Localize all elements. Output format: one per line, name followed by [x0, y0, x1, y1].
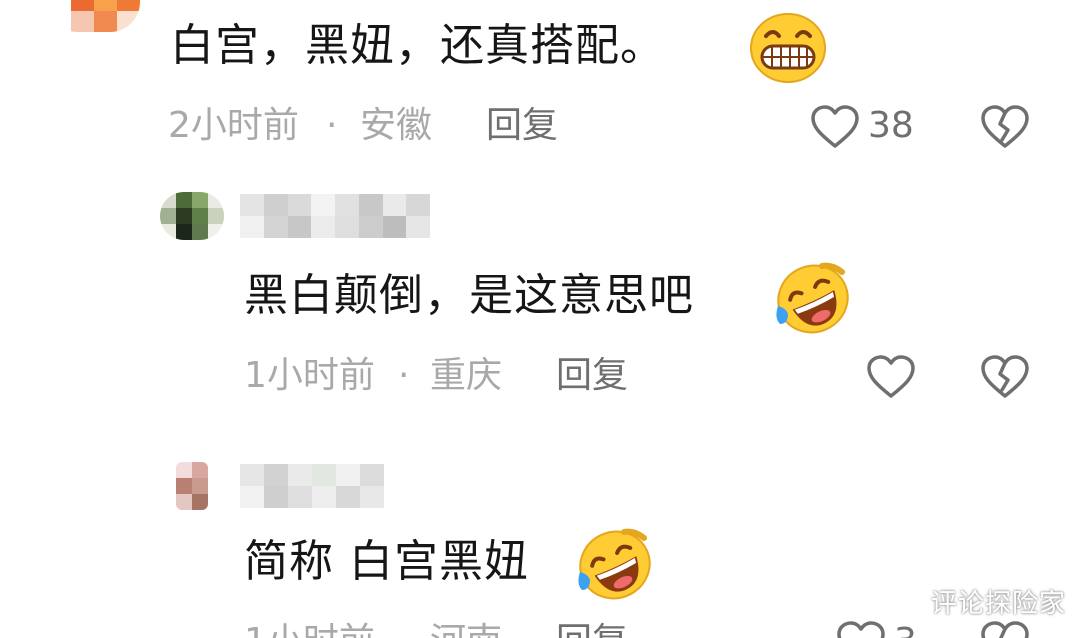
- comment-text: 白宫，黑妞，还真搭配。: [170, 20, 665, 71]
- reply-button[interactable]: 回复: [556, 354, 628, 398]
- reply-button[interactable]: 回复: [486, 104, 558, 148]
- comment-thread: 白宫，黑妞，还真搭配。 2小时前 · 安徽 回复 38 黑白颠倒，是这意思吧 1…: [0, 0, 1080, 638]
- username-blurred[interactable]: [240, 194, 430, 238]
- avatar[interactable]: [160, 192, 224, 240]
- meta-separator: ·: [398, 355, 410, 396]
- rolling-on-floor-laughing-icon: [578, 528, 651, 600]
- comment-location: 河南: [430, 620, 502, 638]
- comment-text: 黑白颠倒，是这意思吧: [244, 270, 694, 321]
- like-count: 38: [868, 105, 914, 146]
- like-count: 3: [894, 620, 917, 638]
- username-blurred[interactable]: [240, 464, 384, 508]
- grinning-face-icon: [750, 13, 826, 83]
- heart-icon[interactable]: [836, 620, 886, 638]
- broken-heart-icon[interactable]: [980, 354, 1030, 400]
- meta-separator: ·: [398, 620, 409, 638]
- rolling-on-floor-laughing-icon: [776, 262, 849, 334]
- avatar[interactable]: [48, 0, 140, 32]
- comment-location: 重庆: [430, 355, 503, 396]
- comment-location: 安徽: [360, 105, 433, 146]
- avatar[interactable]: [176, 462, 208, 510]
- meta-separator: ·: [326, 105, 338, 146]
- watermark: 评论探险家: [930, 589, 1066, 619]
- comment-time: 1小时前: [244, 355, 375, 396]
- heart-icon[interactable]: [866, 354, 916, 400]
- reply-button[interactable]: 回复: [556, 620, 628, 638]
- broken-heart-icon[interactable]: [980, 104, 1030, 150]
- heart-icon[interactable]: [810, 104, 860, 150]
- comment-time: 1小时前: [244, 620, 375, 638]
- comment-text: 简称 白宫黑妞: [244, 536, 529, 587]
- broken-heart-icon[interactable]: [980, 620, 1030, 638]
- comment-time: 2小时前: [168, 105, 299, 146]
